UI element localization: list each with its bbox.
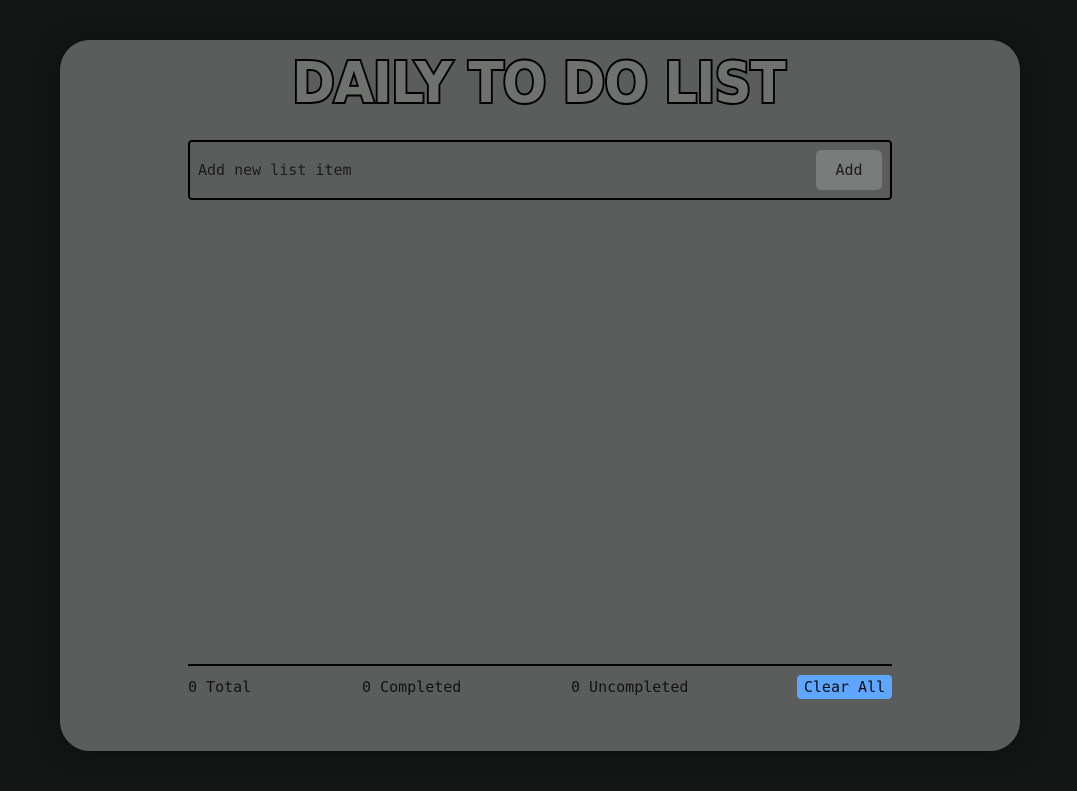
new-item-form: Add — [188, 140, 892, 200]
page-title: DAILY TO DO LIST — [290, 49, 787, 118]
todo-list — [188, 210, 892, 650]
footer-divider — [188, 664, 892, 666]
add-button[interactable]: Add — [816, 150, 882, 190]
total-count: 0 Total — [188, 678, 252, 696]
uncompleted-count: 0 Uncompleted — [571, 678, 689, 696]
completed-count: 0 Completed — [362, 678, 462, 696]
clear-all-button[interactable]: Clear All — [797, 675, 892, 699]
new-item-input[interactable] — [198, 152, 798, 188]
